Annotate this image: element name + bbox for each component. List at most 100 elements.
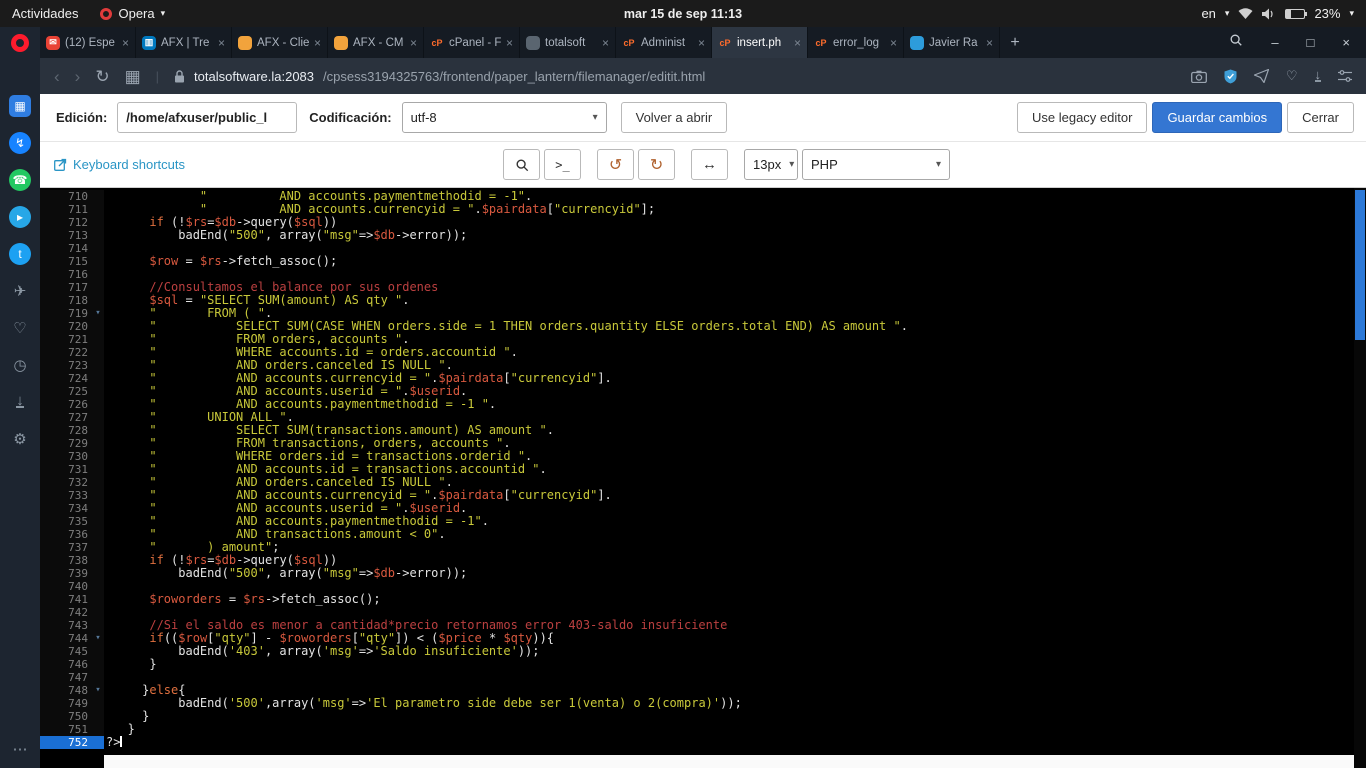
code-text[interactable]: badEnd("500", array("msg"=>$db->error)); xyxy=(104,229,467,242)
close-editor-button[interactable]: Cerrar xyxy=(1287,102,1354,133)
wrap-toggle-button[interactable]: ↔ xyxy=(691,149,728,180)
code-line[interactable]: 747 xyxy=(40,671,1354,684)
my-flow-icon[interactable] xyxy=(1254,69,1269,83)
code-line[interactable]: 749 badEnd('500',array('msg'=>'El parame… xyxy=(40,697,1354,710)
horizontal-scrollbar[interactable] xyxy=(104,755,1354,768)
whatsapp-icon[interactable]: ☎ xyxy=(9,169,31,191)
tab-search-icon[interactable] xyxy=(1229,33,1243,52)
undo-button[interactable]: ↺ xyxy=(597,149,634,180)
app-menu[interactable]: Opera ▾ xyxy=(100,6,165,21)
system-tray[interactable]: en ▾ 23% ▾ xyxy=(1201,6,1366,21)
code-text[interactable]: $row = $rs->fetch_assoc(); xyxy=(104,255,337,268)
close-button[interactable]: × xyxy=(1342,35,1350,50)
code-text[interactable]: ?> xyxy=(104,736,122,749)
keyboard-shortcuts-link[interactable]: Keyboard shortcuts xyxy=(54,157,185,172)
telegram-icon[interactable]: ▸ xyxy=(9,206,31,228)
history-icon[interactable]: ◷ xyxy=(9,354,31,376)
tab-close-icon[interactable]: × xyxy=(122,36,129,50)
tab-favicon xyxy=(526,36,540,50)
browser-tab[interactable]: cPcPanel - F× xyxy=(424,27,520,58)
code-text[interactable]: $roworders = $rs->fetch_assoc(); xyxy=(104,593,381,606)
settings-icon[interactable]: ⚙ xyxy=(9,428,31,450)
vertical-scrollbar[interactable] xyxy=(1354,188,1366,768)
tab-close-icon[interactable]: × xyxy=(410,36,417,50)
browser-tab[interactable]: cPAdminist× xyxy=(616,27,712,58)
new-tab-button[interactable]: + xyxy=(1000,27,1030,58)
tab-close-icon[interactable]: × xyxy=(698,36,705,50)
opera-menu-icon xyxy=(100,8,112,20)
code-text[interactable]: badEnd('403', array('msg'=>'Saldo insufi… xyxy=(104,645,540,658)
line-number: 720 xyxy=(40,320,92,333)
tab-close-icon[interactable]: × xyxy=(794,36,801,50)
terminal-button[interactable]: >_ xyxy=(544,149,581,180)
fold-marker-icon[interactable]: ▾ xyxy=(92,307,104,320)
reopen-button[interactable]: Volver a abrir xyxy=(621,102,728,133)
tab-close-icon[interactable]: × xyxy=(602,36,609,50)
opera-logo-icon[interactable] xyxy=(11,34,29,52)
fold-gutter xyxy=(92,580,104,593)
minimize-button[interactable]: – xyxy=(1271,35,1278,50)
bookmark-heart-icon[interactable]: ♡ xyxy=(1286,68,1298,84)
more-icon[interactable]: ⋯ xyxy=(9,738,31,760)
search-button[interactable] xyxy=(503,149,540,180)
download-icon[interactable]: ↓ xyxy=(1315,70,1322,82)
save-button[interactable]: Guardar cambios xyxy=(1152,102,1282,133)
file-path-input[interactable] xyxy=(117,102,297,133)
browser-tab[interactable]: totalsoft× xyxy=(520,27,616,58)
code-text[interactable]: badEnd('500',array('msg'=>'El parametro … xyxy=(104,697,742,710)
code-line[interactable]: 713 badEnd("500", array("msg"=>$db->erro… xyxy=(40,229,1354,242)
snapshot-camera-icon[interactable] xyxy=(1191,70,1207,83)
encoding-select[interactable]: utf-8 ▾ xyxy=(402,102,607,133)
tab-close-icon[interactable]: × xyxy=(314,36,321,50)
tab-close-icon[interactable]: × xyxy=(218,36,225,50)
scrollbar-thumb[interactable] xyxy=(1355,190,1365,340)
url-field[interactable]: totalsoftware.la:2083/cpsess3194325763/f… xyxy=(174,69,1176,84)
browser-tab[interactable]: ▥AFX | Tre× xyxy=(136,27,232,58)
maximize-button[interactable]: □ xyxy=(1307,35,1315,50)
code-line[interactable]: 739 badEnd("500", array("msg"=>$db->erro… xyxy=(40,567,1354,580)
line-number: 719 xyxy=(40,307,92,320)
forward-icon[interactable]: › xyxy=(75,68,81,85)
my-flow-icon[interactable]: ✈ xyxy=(9,280,31,302)
code-line[interactable]: 746 } xyxy=(40,658,1354,671)
clock[interactable]: mar 15 de sep 11:13 xyxy=(624,7,742,21)
back-icon[interactable]: ‹ xyxy=(54,68,60,85)
fold-gutter xyxy=(92,450,104,463)
code-text[interactable]: } xyxy=(104,658,157,671)
code-line[interactable]: 741 $roworders = $rs->fetch_assoc(); xyxy=(40,593,1354,606)
browser-tab[interactable]: cPinsert.ph× xyxy=(712,27,808,58)
tab-tiling-icon[interactable]: ▦ xyxy=(125,68,141,85)
code-line[interactable]: 752?> xyxy=(40,736,1354,749)
messenger-icon[interactable]: ↯ xyxy=(9,132,31,154)
browser-tab[interactable]: AFX - CM× xyxy=(328,27,424,58)
code-editor[interactable]: 710 " AND accounts.paymentmethodid = -1"… xyxy=(40,188,1366,768)
security-shield-icon[interactable] xyxy=(1224,69,1237,84)
reload-icon[interactable]: ↻ xyxy=(95,68,109,85)
browser-tab[interactable]: cPerror_log× xyxy=(808,27,904,58)
tab-close-icon[interactable]: × xyxy=(890,36,897,50)
speed-dial-icon[interactable]: ▦ xyxy=(9,95,31,117)
tab-close-icon[interactable]: × xyxy=(506,36,513,50)
bookmarks-icon[interactable]: ♡ xyxy=(9,317,31,339)
code-line[interactable]: 715 $row = $rs->fetch_assoc(); xyxy=(40,255,1354,268)
legacy-editor-button[interactable]: Use legacy editor xyxy=(1017,102,1147,133)
font-size-select[interactable]: 13px ▾ xyxy=(744,149,798,180)
fold-marker-icon[interactable]: ▾ xyxy=(92,684,104,697)
twitter-icon[interactable]: t xyxy=(9,243,31,265)
activities-button[interactable]: Actividades xyxy=(12,6,78,21)
tune-icon[interactable] xyxy=(1338,70,1352,82)
browser-tab[interactable]: ✉(12) Espe× xyxy=(40,27,136,58)
fold-gutter xyxy=(92,723,104,736)
code-text[interactable]: badEnd("500", array("msg"=>$db->error)); xyxy=(104,567,467,580)
fold-marker-icon[interactable]: ▾ xyxy=(92,632,104,645)
redo-button[interactable]: ↻ xyxy=(638,149,675,180)
language-select[interactable]: PHP ▾ xyxy=(802,149,950,180)
downloads-icon[interactable]: ↓ xyxy=(9,391,31,413)
code-line[interactable]: 745 badEnd('403', array('msg'=>'Saldo in… xyxy=(40,645,1354,658)
code-line[interactable]: 750 } xyxy=(40,710,1354,723)
tab-close-icon[interactable]: × xyxy=(986,36,993,50)
keyboard-layout[interactable]: en xyxy=(1201,6,1215,21)
browser-tab[interactable]: Javier Ra× xyxy=(904,27,1000,58)
code-line[interactable]: 751 } xyxy=(40,723,1354,736)
browser-tab[interactable]: AFX - Clie× xyxy=(232,27,328,58)
